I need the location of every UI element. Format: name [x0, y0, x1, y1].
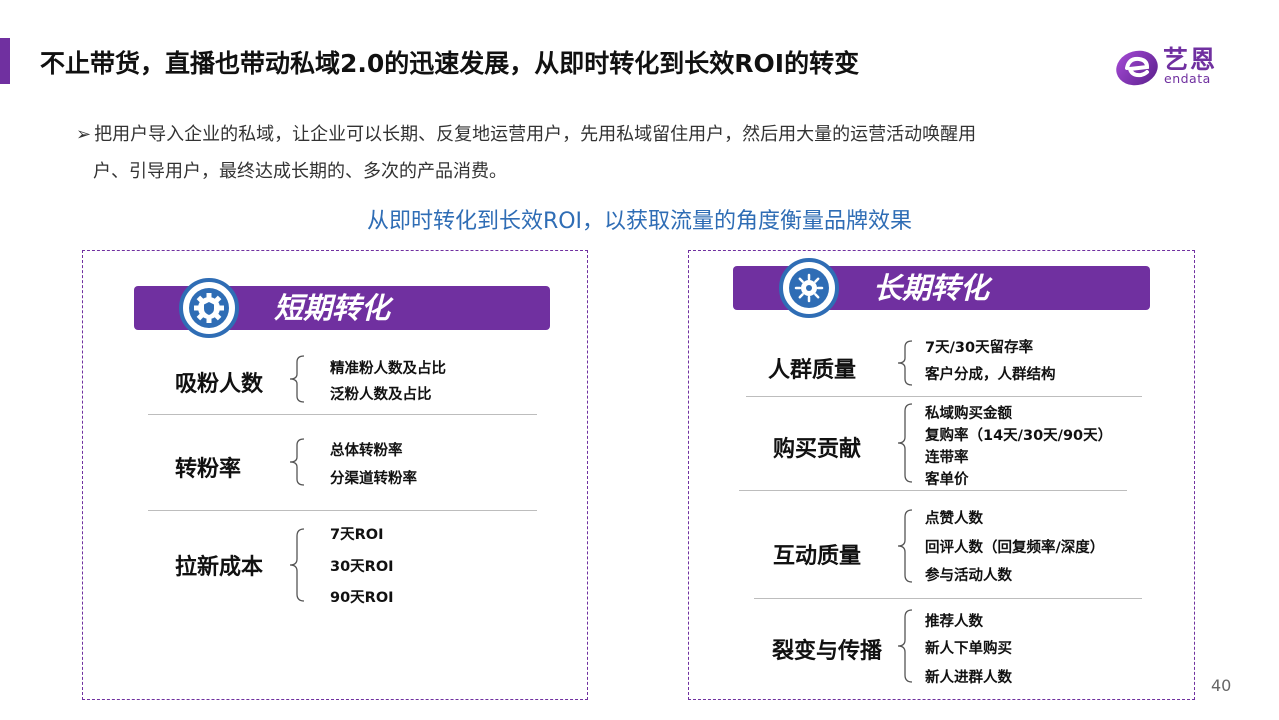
- group-label-audience-quality: 人群质量: [768, 358, 857, 383]
- divider: [148, 510, 537, 511]
- list-item: 7天ROI: [330, 527, 384, 543]
- page-title: 不止带货，直播也带动私域2.0的迅速发展，从即时转化到长效ROI的转变: [40, 49, 860, 78]
- brace-icon: [897, 609, 913, 683]
- long-term-title: 长期转化: [873, 271, 990, 305]
- group-label-conversion-rate: 转粉率: [175, 457, 242, 482]
- brace-icon: [897, 509, 913, 583]
- list-item: 30天ROI: [330, 559, 394, 575]
- list-item: 新人进群人数: [925, 670, 1012, 686]
- list-item: 推荐人数: [925, 614, 983, 630]
- bullet-arrow-icon: ➢: [76, 124, 92, 145]
- list-item: 精准粉人数及占比: [330, 361, 446, 377]
- endata-logo-mark-icon: [1116, 50, 1158, 86]
- list-item: 点赞人数: [925, 511, 983, 527]
- virus-gear-icon: [794, 273, 824, 303]
- group-label-fans: 吸粉人数: [175, 372, 264, 397]
- divider: [746, 396, 1142, 397]
- logo-text-en: endata: [1164, 71, 1211, 86]
- endata-logo: 艺恩 endata: [1113, 40, 1243, 88]
- group-label-acquisition-cost: 拉新成本: [175, 555, 264, 580]
- list-item: 客户分成，人群结构: [925, 367, 1056, 383]
- gear-shield-icon: [194, 293, 224, 323]
- brace-icon: [289, 438, 305, 486]
- list-item: 新人下单购买: [925, 641, 1012, 657]
- list-item: 分渠道转粉率: [330, 471, 417, 487]
- divider: [754, 598, 1142, 599]
- list-item: 私域购买金额: [925, 406, 1012, 422]
- brace-icon: [289, 355, 305, 403]
- group-label-interaction-quality: 互动质量: [773, 544, 862, 569]
- list-item: 参与活动人数: [925, 568, 1012, 584]
- list-item: 泛粉人数及占比: [330, 387, 432, 403]
- list-item: 7天/30天留存率: [925, 340, 1034, 356]
- page-number: 40: [1211, 676, 1232, 695]
- short-term-badge: [179, 278, 239, 338]
- short-term-title: 短期转化: [274, 291, 391, 325]
- long-term-badge: [779, 258, 839, 318]
- group-label-fission-spread: 裂变与传播: [772, 639, 883, 664]
- section-subtitle: 从即时转化到长效ROI，以获取流量的角度衡量品牌效果: [366, 209, 913, 234]
- brace-icon: [897, 340, 913, 386]
- list-item: 复购率（14天/30天/90天）: [925, 428, 1113, 444]
- brace-icon: [897, 403, 913, 483]
- group-label-purchase-contribution: 购买贡献: [773, 437, 862, 462]
- list-item: 90天ROI: [330, 590, 394, 606]
- brace-icon: [289, 528, 305, 602]
- list-item: 总体转粉率: [330, 443, 403, 459]
- list-item: 回评人数（回复频率/深度）: [925, 540, 1105, 556]
- intro-line-1: 把用户导入企业的私域，让企业可以长期、反复地运营用户，先用私域留住用户，然后用大…: [94, 124, 977, 145]
- list-item: 客单价: [925, 472, 969, 488]
- title-accent-bar: [0, 38, 10, 84]
- divider: [739, 490, 1127, 491]
- list-item: 连带率: [925, 450, 969, 466]
- intro-line-2: 户、引导用户，最终达成长期的、多次的产品消费。: [93, 161, 507, 182]
- intro-paragraph: ➢ 把用户导入企业的私域，让企业可以长期、反复地运营用户，先用私域留住用户，然后用…: [76, 116, 1156, 190]
- divider: [148, 414, 537, 415]
